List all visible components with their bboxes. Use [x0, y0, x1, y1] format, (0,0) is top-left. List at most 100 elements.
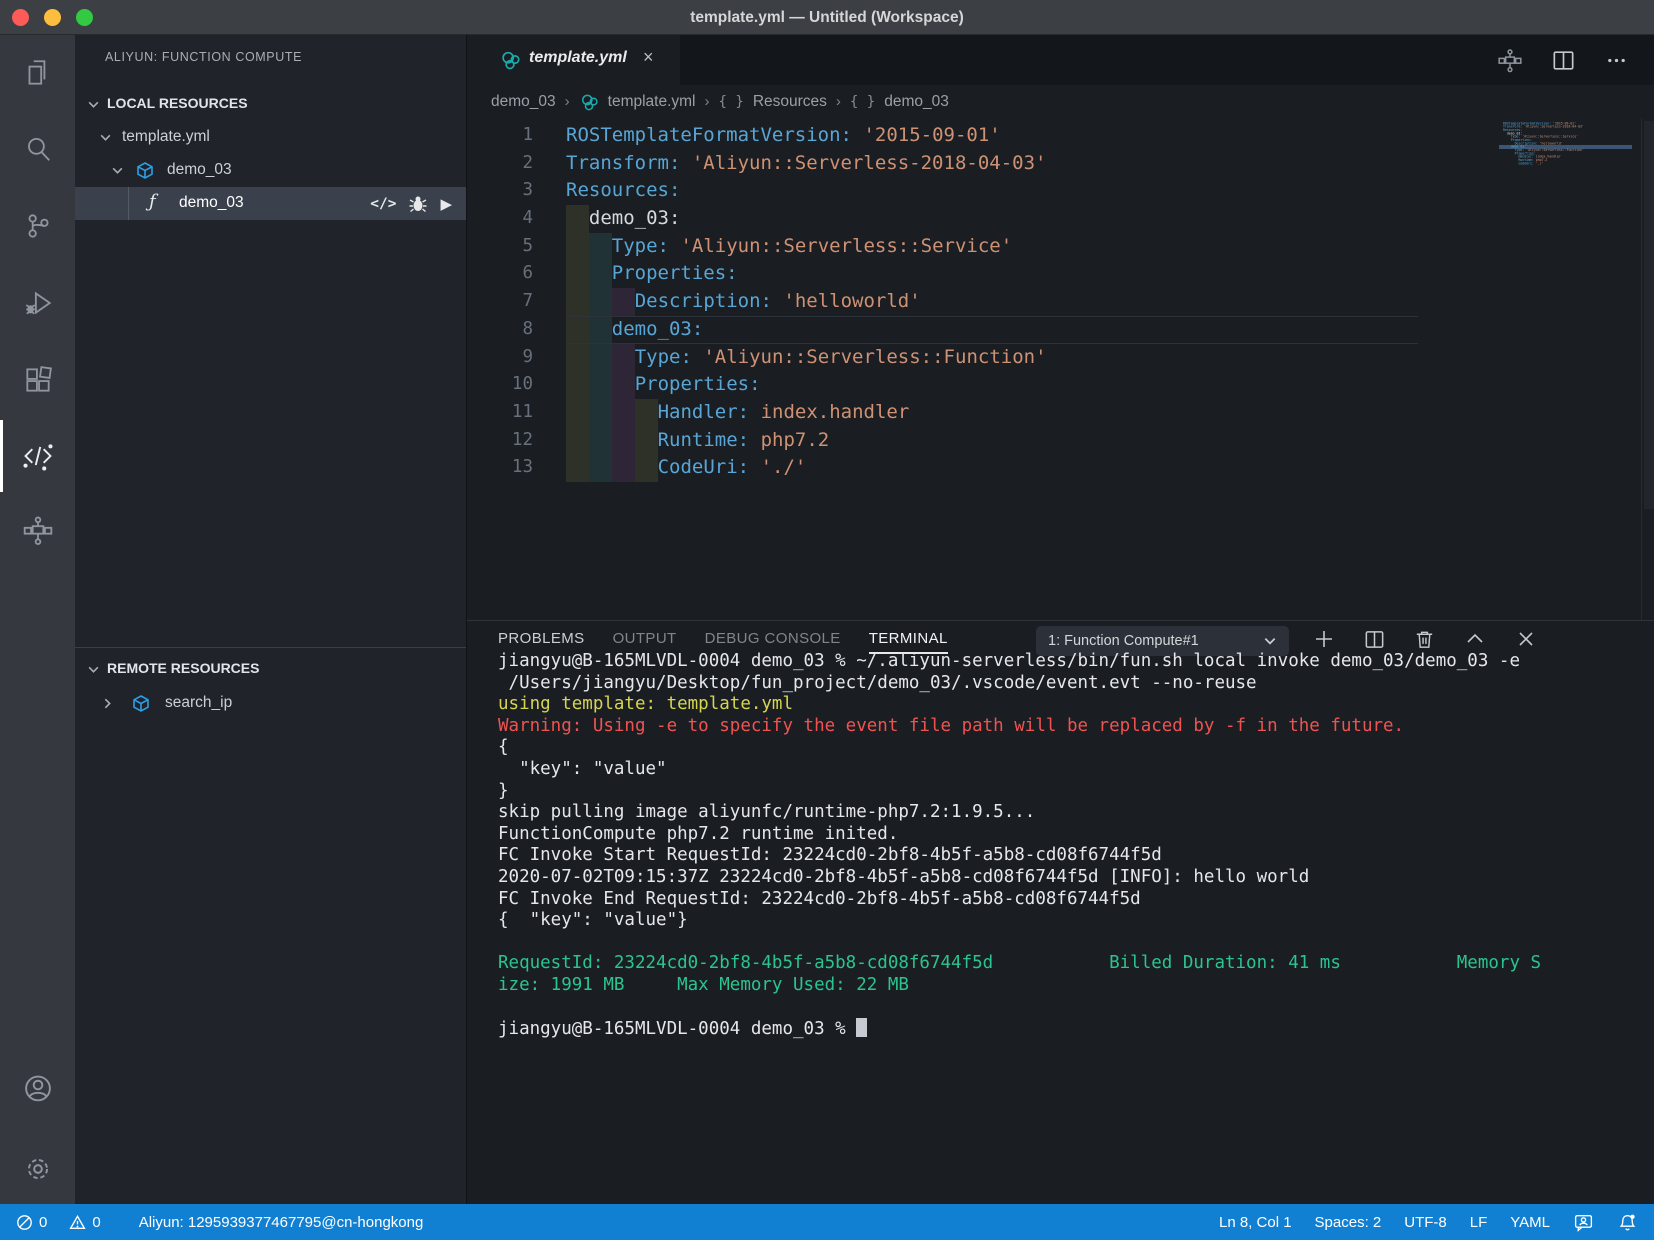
sidebar-section-divider: [75, 647, 466, 648]
source-control-icon[interactable]: [0, 190, 75, 262]
notifications-bell-icon[interactable]: [1617, 1212, 1638, 1233]
minimize-window-button[interactable]: [44, 9, 61, 26]
code-line[interactable]: 1 ROSTemplateFormatVersion: '2015-09-01': [467, 122, 1499, 150]
aliyun-function-compute-icon[interactable]: [0, 420, 75, 492]
terminal-line: Warning: Using -e to specify the event f…: [498, 715, 1405, 736]
sidebar: ALIYUN: FUNCTION COMPUTE LOCAL RESOURCES…: [75, 35, 466, 1204]
warning-count[interactable]: 0: [92, 1214, 100, 1231]
run-play-icon[interactable]: ▶: [440, 195, 452, 213]
symbol-braces-icon: { }: [849, 93, 876, 110]
tab-output[interactable]: OUTPUT: [613, 630, 677, 647]
indentation-status[interactable]: Spaces: 2: [1315, 1214, 1382, 1231]
editor-scrollbar[interactable]: [1641, 118, 1654, 620]
tree-item-template-yml[interactable]: template.yml: [75, 121, 466, 154]
chevron-down-icon: [100, 134, 111, 141]
tab-problems[interactable]: PROBLEMS: [498, 630, 585, 647]
maximize-panel-icon[interactable]: [1463, 627, 1487, 651]
section-remote-resources[interactable]: REMOTE RESOURCES: [75, 653, 466, 685]
ros-template-icon: [581, 94, 598, 110]
zoom-window-button[interactable]: [76, 9, 93, 26]
error-count[interactable]: 0: [39, 1214, 47, 1231]
code-line[interactable]: 2 Transform: 'Aliyun::Serverless-2018-04-…: [467, 150, 1499, 178]
terminal-line: FC Invoke End RequestId: 23224cd0-2bf8-4…: [498, 888, 1141, 909]
terminal-output[interactable]: jiangyu@B-165MLVDL-0004 demo_03 % ~/.ali…: [498, 651, 1647, 1200]
run-and-debug-icon[interactable]: [0, 267, 75, 339]
breadcrumb-item[interactable]: demo_03: [884, 93, 949, 111]
code-editor[interactable]: 1 ROSTemplateFormatVersion: '2015-09-01' 2…: [467, 118, 1654, 620]
code-lines: 1 ROSTemplateFormatVersion: '2015-09-01' 2…: [467, 122, 1499, 482]
deploy-action-icon[interactable]: [1497, 48, 1523, 74]
errors-icon[interactable]: [16, 1214, 33, 1231]
breadcrumb-separator: ›: [564, 93, 570, 110]
terminal-line: ize: 1991 MB Max Memory Used: 22 MB: [498, 974, 909, 995]
breadcrumb-item[interactable]: demo_03: [491, 93, 556, 111]
code-line[interactable]: 8 demo_03:: [467, 315, 1499, 344]
tab-template-yml[interactable]: template.yml ×: [467, 35, 680, 85]
settings-gear-icon[interactable]: [0, 1133, 75, 1205]
search-icon[interactable]: [0, 113, 75, 185]
encoding-status[interactable]: UTF-8: [1404, 1214, 1447, 1231]
line-number: 11: [511, 401, 533, 422]
tree-item-demo03-service[interactable]: demo_03: [75, 154, 466, 187]
line-number: 2: [522, 152, 533, 173]
explorer-icon[interactable]: [0, 37, 75, 109]
breadcrumb-item[interactable]: template.yml: [608, 93, 696, 111]
tab-terminal[interactable]: TERMINAL: [868, 630, 948, 654]
scrollbar-slider[interactable]: [1644, 121, 1654, 509]
chevron-right-icon: [104, 698, 111, 709]
code-line[interactable]: 7 Description: 'helloworld': [467, 288, 1499, 316]
code-line[interactable]: 3 Resources:: [467, 177, 1499, 205]
tree-indent-guide: [128, 187, 129, 220]
split-terminal-icon[interactable]: [1363, 628, 1386, 651]
ros-template-icon: [502, 51, 520, 70]
split-editor-icon[interactable]: [1551, 48, 1576, 73]
extensions-icon[interactable]: [0, 344, 75, 416]
feedback-icon[interactable]: [1573, 1212, 1594, 1233]
breadcrumb-item[interactable]: Resources: [753, 93, 827, 111]
terminal-line: {: [498, 737, 509, 758]
code-line[interactable]: 11 Handler: index.handler: [467, 398, 1499, 427]
code-line[interactable]: 5 Type: 'Aliyun::Serverless::Service': [467, 232, 1499, 261]
eol-status[interactable]: LF: [1470, 1214, 1488, 1231]
close-panel-icon[interactable]: [1514, 627, 1538, 651]
aliyun-account-status[interactable]: Aliyun: 1295939377467795@cn-hongkong: [139, 1214, 424, 1231]
terminal-line: { "key": "value"}: [498, 910, 688, 931]
terminal-line: RequestId: 23224cd0-2bf8-4b5f-a5b8-cd08f…: [498, 953, 1542, 974]
local-invoke-code-icon[interactable]: </>: [370, 196, 396, 212]
accounts-icon[interactable]: [0, 1053, 75, 1125]
terminal-line: FunctionCompute php7.2 runtime inited.: [498, 823, 899, 844]
code-line[interactable]: 9 Type: 'Aliyun::Serverless::Function': [467, 343, 1499, 372]
bottom-panel: PROBLEMS OUTPUT DEBUG CONSOLE TERMINAL 1…: [467, 620, 1654, 1204]
minimap[interactable]: ROSTemplateFormatVersion: '2015-09-01' Tr…: [1499, 118, 1632, 620]
code-line[interactable]: 13 CodeUri: './': [467, 454, 1499, 482]
terminal-line: jiangyu@B-165MLVDL-0004 demo_03 % ~/.ali…: [498, 651, 1520, 671]
line-number: 9: [522, 346, 533, 367]
code-line[interactable]: 6 Properties:: [467, 260, 1499, 289]
tree-item-demo03-function[interactable]: ƒ demo_03 </> ▶: [75, 187, 466, 220]
more-actions-icon[interactable]: [1604, 48, 1629, 73]
minimap-content: ROSTemplateFormatVersion: '2015-09-01' Tr…: [1503, 122, 1632, 165]
terminal-line: jiangyu@B-165MLVDL-0004 demo_03 %: [498, 1018, 1647, 1041]
language-mode[interactable]: YAML: [1510, 1214, 1550, 1231]
line-number: 8: [522, 318, 533, 339]
activity-bar: [0, 35, 75, 1204]
code-line[interactable]: 10 Properties:: [467, 371, 1499, 399]
tree-item-search-ip[interactable]: search_ip: [75, 687, 466, 720]
new-terminal-icon[interactable]: [1312, 627, 1336, 651]
aliyun-deploy-icon[interactable]: [0, 495, 75, 567]
terminal-line: /Users/jiangyu/Desktop/fun_project/demo_…: [498, 672, 1257, 693]
line-number: 13: [511, 457, 533, 478]
section-local-resources[interactable]: LOCAL RESOURCES: [75, 88, 466, 120]
tab-debug-console[interactable]: DEBUG CONSOLE: [705, 630, 841, 647]
terminal-cursor: [856, 1018, 868, 1038]
code-line[interactable]: 12 Runtime: php7.2: [467, 426, 1499, 455]
warnings-icon[interactable]: [69, 1214, 86, 1231]
cursor-position[interactable]: Ln 8, Col 1: [1219, 1214, 1292, 1231]
debug-bug-icon[interactable]: [407, 193, 429, 215]
chevron-down-icon: [1264, 638, 1276, 645]
code-line[interactable]: 4 demo_03:: [467, 205, 1499, 233]
close-window-button[interactable]: [12, 9, 29, 26]
close-tab-icon[interactable]: ×: [643, 47, 654, 68]
kill-terminal-icon[interactable]: [1413, 628, 1436, 651]
